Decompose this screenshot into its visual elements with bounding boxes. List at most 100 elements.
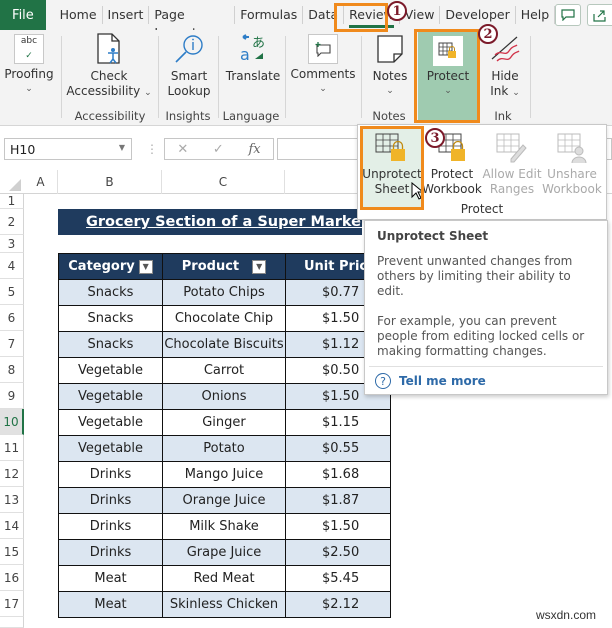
- product-cell[interactable]: Ginger: [162, 409, 286, 436]
- protect-workbook-label-2: Workbook: [422, 182, 482, 196]
- product-cell[interactable]: Potato Chips: [162, 279, 286, 306]
- row-header-13[interactable]: 13: [0, 487, 24, 513]
- row-header-7[interactable]: 7: [0, 331, 24, 357]
- share-button[interactable]: [586, 4, 612, 26]
- row-header-1[interactable]: 1: [0, 194, 24, 209]
- row-header-4[interactable]: 4: [0, 253, 24, 279]
- tab-insert[interactable]: Insert: [103, 6, 150, 24]
- chevron-down-icon[interactable]: ▼: [119, 143, 125, 152]
- category-cell[interactable]: Snacks: [58, 279, 163, 306]
- group-label-insights: Insights: [165, 109, 211, 123]
- category-cell[interactable]: Meat: [58, 591, 163, 618]
- category-cell[interactable]: Drinks: [58, 461, 163, 488]
- price-cell[interactable]: $2.12: [285, 591, 391, 618]
- tab-page-layout[interactable]: Page Layout: [149, 6, 236, 40]
- row-header-3[interactable]: 3: [0, 235, 24, 253]
- tab-formulas[interactable]: Formulas: [235, 6, 304, 24]
- category-cell[interactable]: Vegetable: [58, 383, 163, 410]
- category-cell[interactable]: Vegetable: [58, 409, 163, 436]
- comments-pane-button[interactable]: [555, 4, 581, 26]
- row-header-14[interactable]: 14: [0, 513, 24, 539]
- product-cell[interactable]: Orange Juice: [162, 487, 286, 514]
- tab-developer[interactable]: Developer: [440, 6, 516, 24]
- product-cell[interactable]: Carrot: [162, 357, 286, 384]
- category-cell[interactable]: Drinks: [58, 487, 163, 514]
- price-cell[interactable]: $5.45: [285, 565, 391, 592]
- row-header-18[interactable]: [0, 617, 24, 628]
- table-row: Vegetable Onions $1.50: [58, 383, 391, 410]
- product-cell[interactable]: Milk Shake: [162, 513, 286, 540]
- proofing-button[interactable]: abc ✓ Proofing ⌄: [4, 32, 54, 97]
- table-row: Meat Red Meat $5.45: [58, 565, 391, 592]
- category-cell[interactable]: Vegetable: [58, 435, 163, 462]
- unshare-workbook-button[interactable]: Unshare Workbook: [542, 129, 602, 197]
- resize-handle[interactable]: ⋮: [146, 142, 158, 156]
- table-row: Drinks Grape Juice $2.50: [58, 539, 391, 566]
- product-cell[interactable]: Chocolate Chip: [162, 305, 286, 332]
- row-header-12[interactable]: 12: [0, 461, 24, 487]
- row-header-11[interactable]: 11: [0, 435, 24, 461]
- category-cell[interactable]: Snacks: [58, 305, 163, 332]
- step-badge-2: 2: [478, 24, 498, 44]
- row-header-2[interactable]: 2: [0, 209, 24, 235]
- row-header-16[interactable]: 16: [0, 565, 24, 591]
- name-box[interactable]: H10 ▼: [4, 138, 132, 160]
- unprotect-label-1: Unprotect: [362, 167, 422, 181]
- row-header-9[interactable]: 9: [0, 383, 24, 409]
- product-cell[interactable]: Red Meat: [162, 565, 286, 592]
- allow-edit-ranges-button[interactable]: Allow Edit Ranges: [482, 129, 542, 197]
- column-header-c[interactable]: C: [162, 170, 285, 194]
- row-header-17[interactable]: 17: [0, 591, 24, 617]
- header-category[interactable]: Category ▼: [58, 253, 163, 280]
- filter-dropdown-icon[interactable]: ▼: [252, 259, 267, 274]
- price-cell[interactable]: $1.68: [285, 461, 391, 488]
- category-cell[interactable]: Vegetable: [58, 357, 163, 384]
- header-product[interactable]: Product ▼: [162, 253, 286, 280]
- tell-me-more-link[interactable]: ? Tell me more: [375, 373, 486, 389]
- tab-home[interactable]: Home: [55, 6, 103, 24]
- unprotect-sheet-icon: [362, 129, 422, 167]
- price-cell[interactable]: $1.50: [285, 513, 391, 540]
- table-row: Drinks Milk Shake $1.50: [58, 513, 391, 540]
- tooltip-body-1: Prevent unwanted changes from others by …: [377, 254, 573, 298]
- filter-dropdown-icon[interactable]: ▼: [138, 259, 153, 274]
- cancel-icon[interactable]: ✕: [177, 142, 188, 157]
- protect-button[interactable]: Protect ⌄: [418, 30, 478, 120]
- grocery-table: Category ▼ Product ▼ Unit Pric Snacks Pota…: [58, 253, 391, 618]
- insert-function-icon[interactable]: fx: [248, 142, 260, 157]
- category-cell[interactable]: Drinks: [58, 513, 163, 540]
- category-cell[interactable]: Snacks: [58, 331, 163, 358]
- select-all-corner[interactable]: [0, 170, 24, 194]
- protect-workbook-label-1: Protect: [430, 167, 474, 181]
- category-cell[interactable]: Meat: [58, 565, 163, 592]
- row-header-6[interactable]: 6: [0, 305, 24, 331]
- category-cell[interactable]: Drinks: [58, 539, 163, 566]
- column-header-a[interactable]: A: [24, 170, 58, 194]
- sheet-title[interactable]: Grocery Section of a Super Market: [58, 209, 362, 235]
- price-cell[interactable]: $1.87: [285, 487, 391, 514]
- tab-data[interactable]: Data: [303, 6, 345, 24]
- column-header-b[interactable]: B: [58, 170, 162, 194]
- price-cell[interactable]: $0.55: [285, 435, 391, 462]
- row-header-10[interactable]: 10: [0, 409, 24, 435]
- step-badge-1: 1: [387, 1, 407, 21]
- product-cell[interactable]: Onions: [162, 383, 286, 410]
- comments-button[interactable]: Comments ⌄: [290, 32, 356, 97]
- tab-file[interactable]: File: [0, 0, 46, 30]
- chevron-down-icon: ⌄: [25, 84, 33, 94]
- product-cell[interactable]: Chocolate Biscuits: [162, 331, 286, 358]
- tab-help[interactable]: Help: [516, 6, 556, 24]
- product-cell[interactable]: Skinless Chicken: [162, 591, 286, 618]
- product-cell[interactable]: Potato: [162, 435, 286, 462]
- check-icon[interactable]: ✓: [213, 142, 224, 157]
- row-header-5[interactable]: 5: [0, 279, 24, 305]
- table-row: Drinks Orange Juice $1.87: [58, 487, 391, 514]
- watermark: wsxdn.com: [535, 608, 596, 622]
- row-header-15[interactable]: 15: [0, 539, 24, 565]
- protect-dropdown: Unprotect Sheet Protect Workbook Allow E…: [357, 124, 607, 220]
- price-cell[interactable]: $1.15: [285, 409, 391, 436]
- product-cell[interactable]: Mango Juice: [162, 461, 286, 488]
- product-cell[interactable]: Grape Juice: [162, 539, 286, 566]
- row-header-8[interactable]: 8: [0, 357, 24, 383]
- price-cell[interactable]: $2.50: [285, 539, 391, 566]
